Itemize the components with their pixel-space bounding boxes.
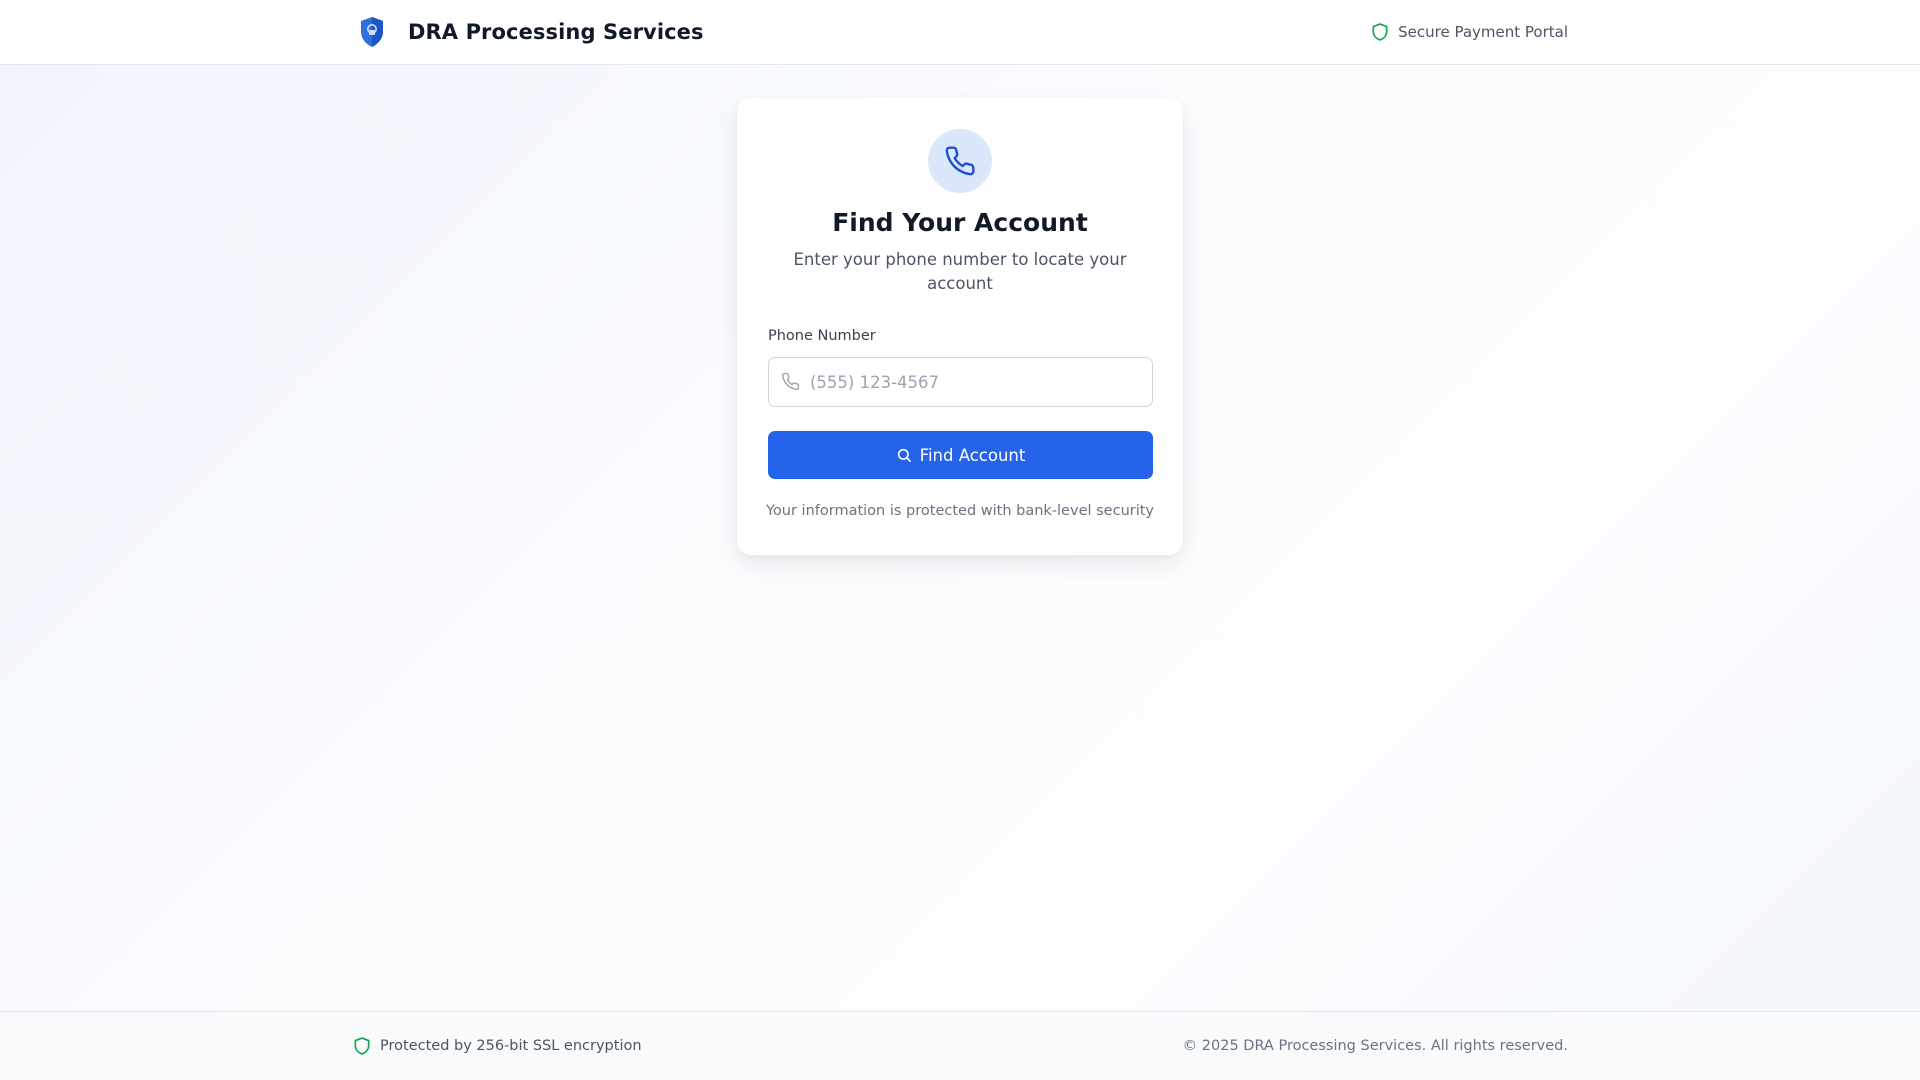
shield-icon — [1370, 22, 1390, 42]
security-note: Your information is protected with bank-… — [765, 503, 1155, 519]
find-account-button-label: Find Account — [919, 445, 1026, 465]
shield-icon — [352, 1036, 372, 1056]
ssl-label: Protected by 256-bit SSL encryption — [380, 1038, 642, 1054]
phone-icon — [928, 129, 992, 193]
header-inner: DRA Processing Services Secure Payment P… — [352, 0, 1568, 64]
phone-number-input[interactable] — [810, 372, 1140, 392]
secure-portal-badge: Secure Payment Portal — [1370, 22, 1568, 42]
search-icon — [896, 447, 912, 463]
footer-inner: Protected by 256-bit SSL encryption © 20… — [352, 1012, 1568, 1080]
shield-lock-icon — [352, 12, 392, 52]
brand[interactable]: DRA Processing Services — [352, 12, 704, 52]
find-account-button[interactable]: Find Account — [768, 431, 1153, 479]
phone-icon — [781, 372, 801, 392]
secure-portal-label: Secure Payment Portal — [1398, 23, 1568, 41]
card-title: Find Your Account — [832, 208, 1088, 237]
card-subtitle: Enter your phone number to locate your a… — [793, 250, 1127, 293]
top-header: DRA Processing Services Secure Payment P… — [0, 0, 1920, 65]
copyright: © 2025 DRA Processing Services. All righ… — [1182, 1038, 1568, 1054]
brand-title: DRA Processing Services — [408, 20, 704, 44]
find-account-card: Find Your Account Enter your phone numbe… — [737, 98, 1183, 555]
page-footer: Protected by 256-bit SSL encryption © 20… — [0, 1011, 1920, 1080]
ssl-badge: Protected by 256-bit SSL encryption — [352, 1036, 642, 1056]
phone-number-label: Phone Number — [768, 328, 876, 344]
phone-input-wrapper[interactable] — [768, 357, 1153, 407]
